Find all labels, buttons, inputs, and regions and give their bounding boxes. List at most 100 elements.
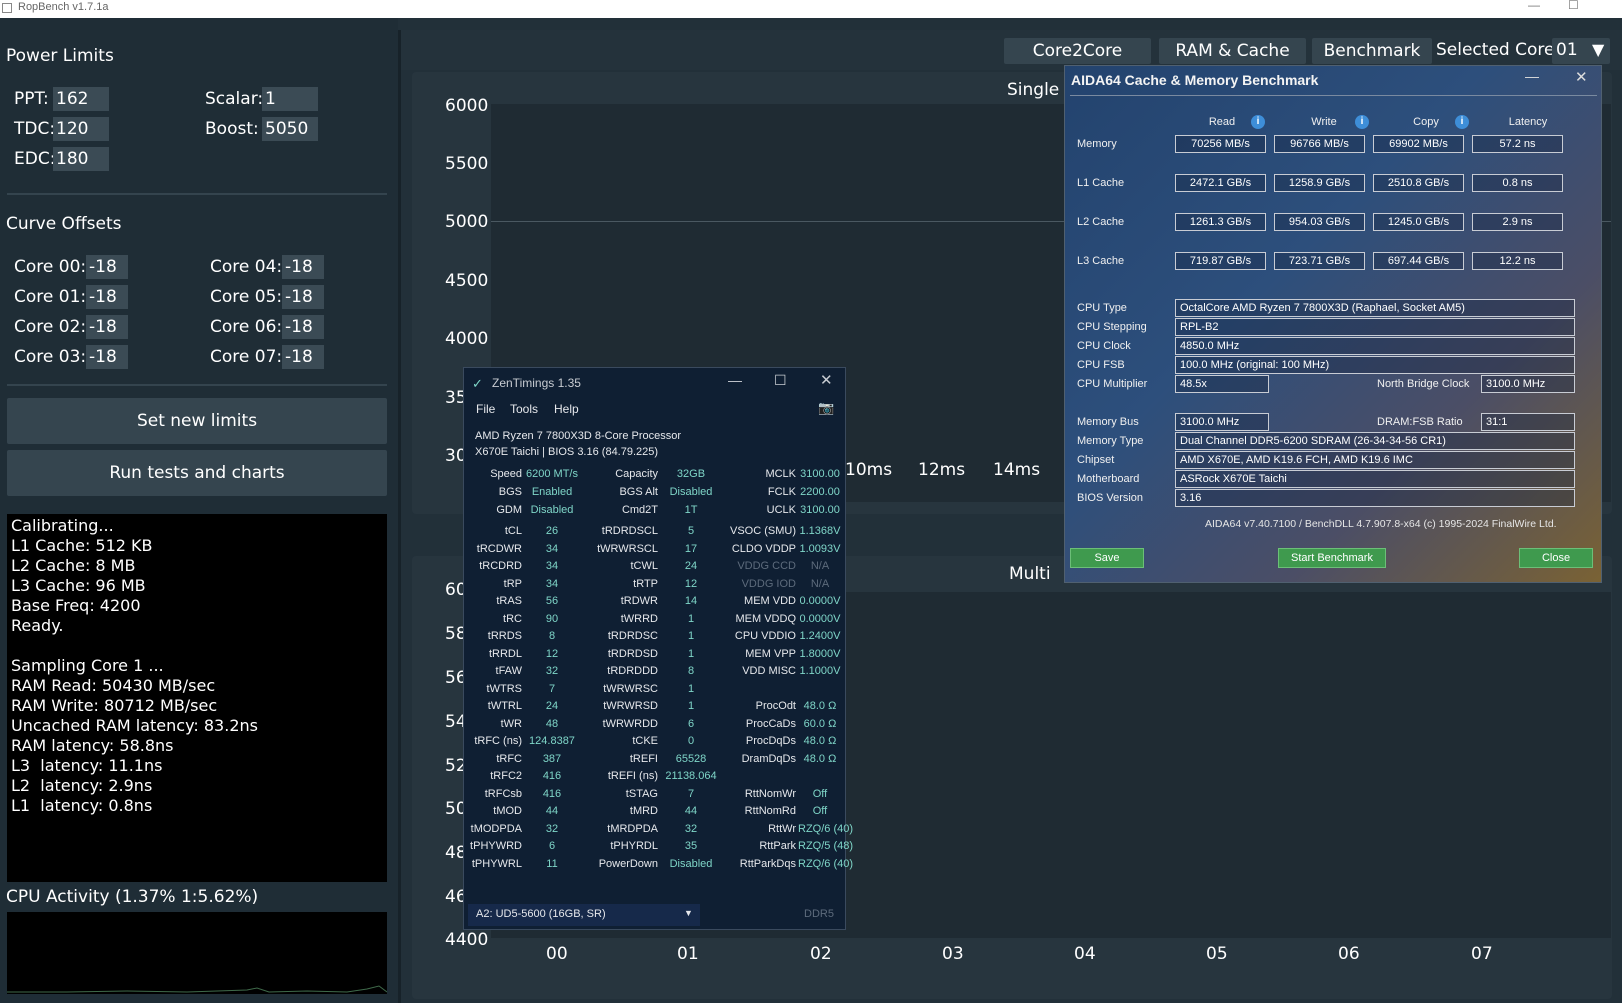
- result-latency-value: 12.2 ns: [1472, 252, 1563, 270]
- timing-value: 90: [545, 612, 559, 625]
- info-icon[interactable]: i: [1355, 115, 1369, 129]
- timing-value: 48.0 Ω: [803, 735, 837, 747]
- timing-value: 32: [684, 822, 698, 835]
- tab-benchmark[interactable]: Benchmark: [1312, 38, 1432, 64]
- core04-input[interactable]: -18: [282, 255, 324, 279]
- timing-label: tPHYRDL: [610, 840, 658, 852]
- edc-input[interactable]: 180: [53, 147, 109, 171]
- tab-ram-cache[interactable]: RAM & Cache: [1159, 38, 1306, 64]
- minimize-icon[interactable]: —: [1525, 68, 1539, 84]
- zentimings-window: ✓ ZenTimings 1.35 — ☐ ✕ File Tools Help …: [463, 367, 854, 930]
- aida64-window: AIDA64 Cache & Memory Benchmark — ✕ Read…: [1064, 65, 1602, 583]
- timing-value: 34: [545, 542, 559, 555]
- timing-label: tWR: [500, 717, 522, 730]
- menu-help[interactable]: Help: [554, 402, 579, 416]
- dram-fsb-label: DRAM:FSB Ratio: [1377, 416, 1463, 428]
- minimize-icon[interactable]: —: [1528, 0, 1540, 12]
- minimize-icon[interactable]: —: [728, 372, 742, 388]
- core05-label: Core 05:: [210, 287, 283, 307]
- timing-value: 2200.00: [800, 486, 840, 498]
- tdc-label: TDC:: [14, 119, 56, 139]
- timing-label: tSTAG: [625, 787, 658, 800]
- timing-label: tMRD: [629, 805, 658, 817]
- maximize-icon[interactable]: ☐: [774, 372, 787, 389]
- timing-value: Enabled: [531, 486, 573, 498]
- timing-label: FCLK: [767, 486, 796, 498]
- selected-core-label: Selected Core: [1436, 40, 1555, 60]
- result-row-label: L2 Cache: [1077, 216, 1125, 228]
- result-row-label: L1 Cache: [1077, 177, 1125, 189]
- timing-value: 34: [545, 560, 559, 572]
- cpu-name: AMD Ryzen 7 7800X3D 8-Core Processor: [475, 430, 682, 442]
- start-benchmark-button[interactable]: Start Benchmark: [1278, 548, 1386, 568]
- core07-label: Core 07:: [210, 347, 283, 367]
- timing-label: RttWr: [768, 822, 796, 835]
- nb-clock-value: 3100.0 MHz: [1481, 375, 1575, 393]
- camera-icon[interactable]: 📷: [818, 400, 834, 416]
- tab-core2core[interactable]: Core2Core: [1004, 38, 1151, 64]
- y-tick: 6000: [445, 96, 489, 116]
- timing-value: 8: [548, 630, 556, 642]
- result-latency-value: 57.2 ns: [1472, 135, 1563, 153]
- timing-value: 3100.00: [800, 504, 840, 516]
- save-button[interactable]: Save: [1070, 548, 1144, 568]
- menu-file[interactable]: File: [476, 402, 495, 416]
- zentimings-title: ZenTimings 1.35: [492, 376, 581, 390]
- timing-value: 24: [545, 700, 559, 712]
- cpu-stepping-value: RPL-B2: [1175, 318, 1575, 336]
- set-new-limits-button[interactable]: Set new limits: [7, 398, 387, 444]
- timing-value: 60.0 Ω: [803, 717, 837, 730]
- info-icon[interactable]: i: [1455, 115, 1469, 129]
- core06-input[interactable]: -18: [282, 315, 324, 339]
- dimm-select[interactable]: A2: UD5-5600 (16GB, SR) ▼: [468, 904, 700, 926]
- result-read-value: 70256 MB/s: [1175, 135, 1266, 153]
- core06-label: Core 06:: [210, 317, 283, 337]
- selected-core-dropdown[interactable]: 01 ▼: [1552, 38, 1610, 64]
- close-button[interactable]: Close: [1519, 548, 1593, 568]
- maximize-icon[interactable]: ☐: [1568, 0, 1579, 12]
- timing-value: 7: [687, 787, 695, 800]
- core02-input[interactable]: -18: [86, 315, 128, 339]
- timing-label: tWRWRSCL: [597, 542, 658, 555]
- timing-value: 1: [687, 612, 695, 625]
- info-icon[interactable]: i: [1251, 115, 1265, 129]
- timing-label: tRP: [503, 577, 522, 590]
- timing-value: RZQ/5 (48): [798, 840, 854, 852]
- single-chart-title: Single: [1007, 80, 1060, 100]
- tdc-input[interactable]: 120: [53, 117, 109, 141]
- timing-label: Speed: [490, 468, 522, 480]
- x-tick: 06: [1338, 944, 1360, 964]
- timing-value: 1.1000V: [799, 665, 841, 677]
- motherboard-value: ASRock X670E Taichi: [1175, 470, 1575, 488]
- memory-bus-label: Memory Bus: [1077, 416, 1139, 428]
- timing-value: 416: [542, 787, 562, 800]
- timing-value: 1: [687, 647, 695, 660]
- timing-label: VDDG CCD: [737, 560, 796, 572]
- core01-input[interactable]: -18: [86, 285, 128, 309]
- menu-tools[interactable]: Tools: [510, 402, 538, 416]
- timing-label: tRTP: [633, 577, 658, 590]
- timing-label: tRDRDSD: [607, 647, 658, 660]
- ppt-input[interactable]: 162: [53, 87, 109, 111]
- timing-value: Disabled: [669, 486, 713, 498]
- close-icon[interactable]: ✕: [1575, 68, 1588, 86]
- core07-input[interactable]: -18: [282, 345, 324, 369]
- timing-value: 35: [684, 840, 698, 852]
- result-read-value: 719.87 GB/s: [1175, 252, 1266, 270]
- core00-input[interactable]: -18: [86, 255, 128, 279]
- core05-input[interactable]: -18: [282, 285, 324, 309]
- scalar-input[interactable]: 1: [262, 87, 318, 111]
- timing-label: ProcOdt: [755, 700, 796, 712]
- core03-input[interactable]: -18: [86, 345, 128, 369]
- chevron-down-icon: ▼: [1592, 40, 1605, 59]
- x-tick: 01: [677, 944, 699, 964]
- timing-value: 34: [545, 577, 559, 590]
- timing-label: tRRDL: [488, 647, 522, 660]
- boost-input[interactable]: 5050: [262, 117, 318, 141]
- timing-value: 32: [545, 822, 559, 835]
- timing-value: 32GB: [676, 468, 706, 480]
- run-tests-button[interactable]: Run tests and charts: [7, 450, 387, 496]
- close-icon[interactable]: ✕: [820, 371, 833, 389]
- timing-label: MCLK: [765, 468, 796, 480]
- timing-label: ProcCaDs: [745, 717, 796, 730]
